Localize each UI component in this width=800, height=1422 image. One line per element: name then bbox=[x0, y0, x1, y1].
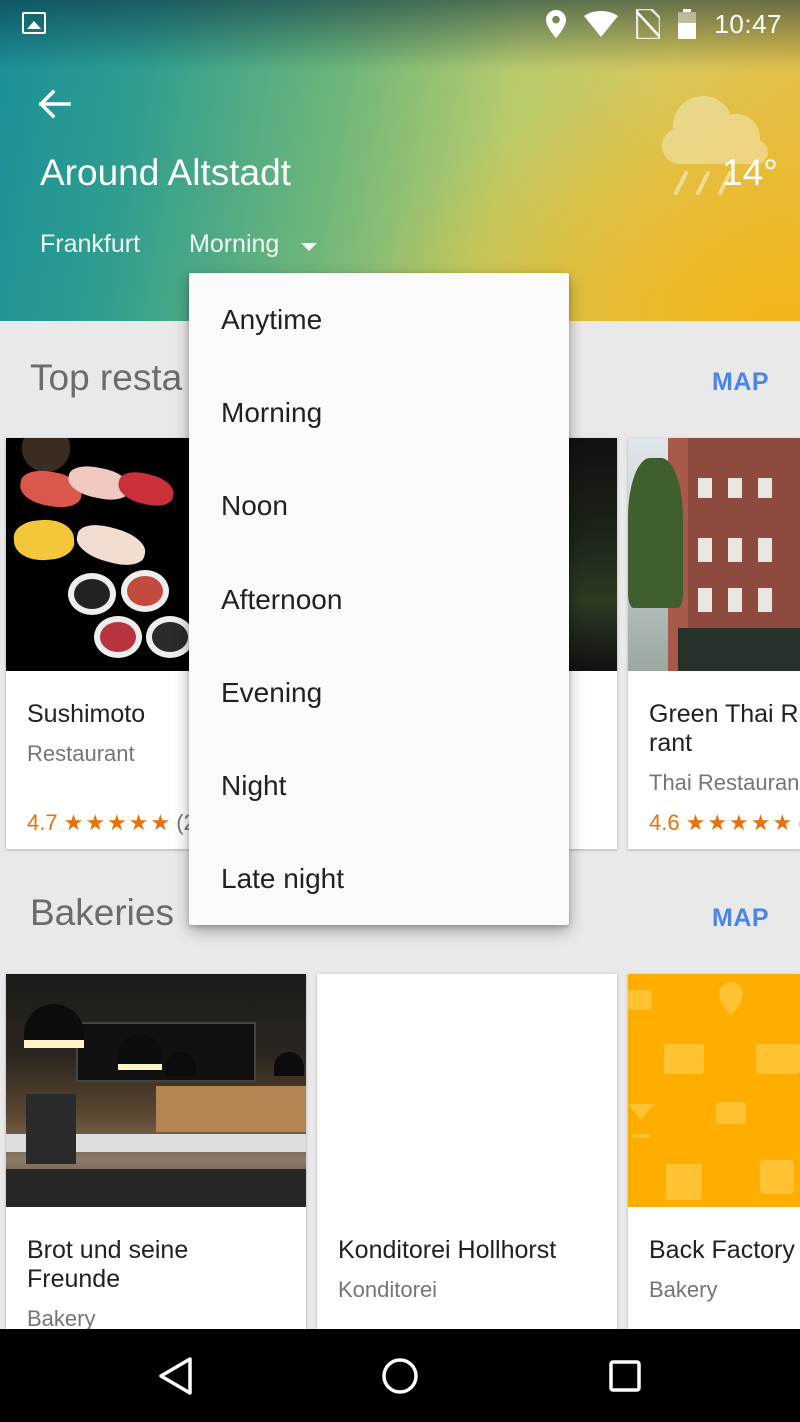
restaurant-rating: 4.6★★★★★( bbox=[649, 810, 800, 836]
battery-icon bbox=[678, 9, 697, 39]
bakery-card[interactable]: Back Factory Bakery bbox=[628, 974, 800, 1334]
bakery-name: Back Factory bbox=[649, 1236, 795, 1264]
restaurant-name: Green Thai Rrant bbox=[649, 700, 799, 757]
nav-recents-icon bbox=[609, 1360, 641, 1392]
menu-item-night[interactable]: Night bbox=[189, 739, 569, 832]
image-icon bbox=[22, 12, 46, 34]
bakeries-map-button[interactable]: MAP bbox=[712, 904, 769, 933]
temperature: 14° bbox=[722, 152, 778, 193]
bakery-category: Bakery bbox=[649, 1277, 718, 1302]
menu-item-anytime[interactable]: Anytime bbox=[189, 273, 569, 366]
place-placeholder-image bbox=[628, 974, 800, 1207]
time-filter-label: Morning bbox=[189, 230, 280, 258]
location-icon bbox=[546, 10, 567, 38]
bakery-category: Konditorei bbox=[338, 1277, 438, 1302]
star-rating-icon: ★★★★★ bbox=[63, 810, 173, 835]
back-button[interactable] bbox=[30, 82, 78, 126]
time-filter-dropdown[interactable]: Morning bbox=[189, 230, 318, 259]
restaurants-map-button[interactable]: MAP bbox=[712, 368, 769, 397]
menu-item-morning[interactable]: Morning bbox=[189, 366, 569, 459]
status-bar: 10:47 bbox=[0, 0, 800, 48]
restaurant-category: Restaurant bbox=[27, 741, 135, 766]
rating-value: 4.6 bbox=[649, 810, 680, 835]
restaurant-rating: 4.7 ★★★★★ (2 bbox=[27, 810, 196, 836]
location-filter[interactable]: Frankfurt bbox=[40, 230, 140, 259]
menu-item-noon[interactable]: Noon bbox=[189, 460, 569, 553]
restaurant-card[interactable]: Green Thai Rrant Thai Restauran 4.6 ★★★★★… bbox=[628, 438, 800, 849]
page-title: Around Altstadt bbox=[40, 152, 291, 193]
nav-back-button[interactable] bbox=[145, 1349, 205, 1403]
star-rating-icon: ★★★★★ bbox=[685, 810, 795, 835]
bakery-photo bbox=[6, 974, 306, 1207]
arrow-back-icon bbox=[38, 89, 71, 119]
wifi-icon bbox=[584, 11, 619, 37]
nav-home-button[interactable] bbox=[370, 1349, 430, 1403]
bakery-name: Konditorei Hollhorst bbox=[338, 1236, 557, 1264]
menu-item-late-night[interactable]: Late night bbox=[189, 833, 569, 926]
nav-back-icon bbox=[159, 1357, 192, 1395]
restaurant-photo bbox=[628, 438, 800, 671]
status-time: 10:47 bbox=[714, 8, 782, 39]
menu-item-evening[interactable]: Evening bbox=[189, 646, 569, 739]
place-category-pattern-icon bbox=[628, 982, 800, 1200]
menu-item-afternoon[interactable]: Afternoon bbox=[189, 553, 569, 646]
no-sim-icon bbox=[636, 9, 661, 39]
system-navigation-bar bbox=[0, 1329, 800, 1422]
time-filter-menu: Anytime Morning Noon Afternoon Evening N… bbox=[189, 273, 569, 925]
bakery-photo bbox=[317, 974, 617, 1207]
nav-recents-button[interactable] bbox=[595, 1349, 655, 1403]
dropdown-arrow-icon bbox=[301, 242, 318, 251]
rating-value: 4.7 bbox=[27, 810, 58, 835]
section-title-bakeries: Bakeries bbox=[30, 892, 174, 933]
bakery-card[interactable]: Brot und seine Freunde Bakery bbox=[6, 974, 306, 1334]
bakery-card[interactable]: Konditorei Hollhorst Konditorei bbox=[317, 974, 617, 1334]
bakery-name: Brot und seine Freunde bbox=[27, 1236, 189, 1293]
nav-home-icon bbox=[382, 1358, 418, 1394]
status-icons: 10:47 bbox=[546, 6, 782, 42]
restaurant-category: Thai Restauran bbox=[649, 770, 800, 795]
section-title-restaurants: Top resta bbox=[30, 357, 183, 398]
